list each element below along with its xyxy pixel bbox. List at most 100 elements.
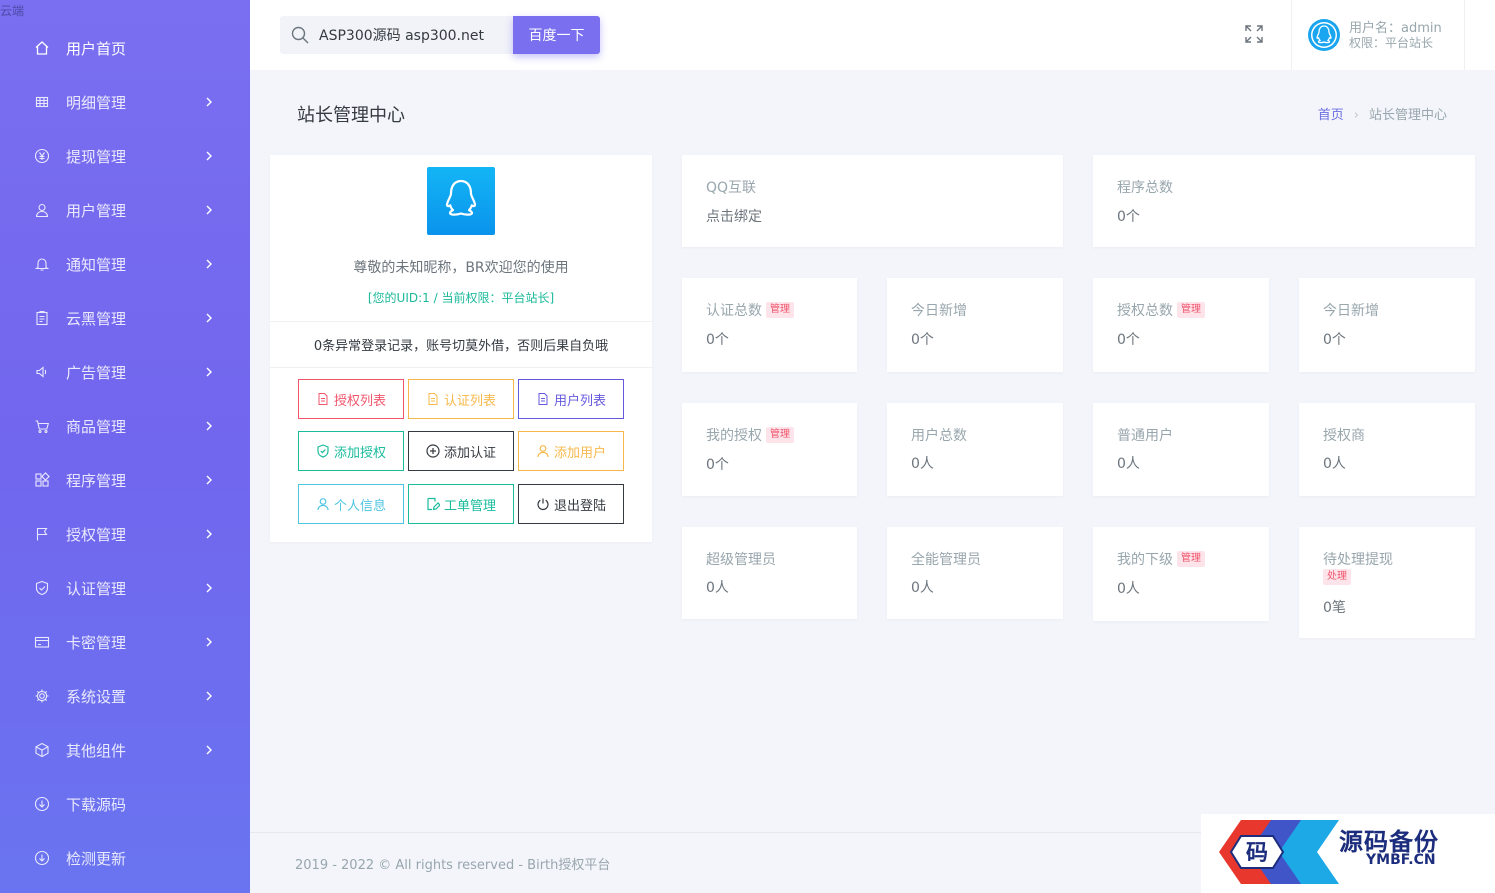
add-user-button[interactable]: 添加用户 xyxy=(518,431,624,471)
divider xyxy=(270,367,652,368)
sidebar-nav: 用户首页 明细管理 提现管理 用户管理 通知管理 云黑管理 广告管理 商品管理 … xyxy=(0,21,250,885)
stat-label: 程序总数 xyxy=(1117,180,1173,196)
stat-label: 超级管理员 xyxy=(706,552,776,568)
gear-icon xyxy=(34,688,50,704)
chevron-right-icon xyxy=(206,259,212,269)
sidebar-item-goods[interactable]: 商品管理 xyxy=(0,399,250,453)
add-auth-button[interactable]: 添加授权 xyxy=(298,431,404,471)
ticket-button[interactable]: 工单管理 xyxy=(408,484,514,524)
stat-card: 待处理提现 处理 0笔 xyxy=(1299,527,1475,638)
user-menu[interactable]: 用户名：admin 权限：平台站长 xyxy=(1291,0,1465,70)
qq-connect-card[interactable]: QQ互联 点击绑定 xyxy=(682,155,1063,247)
sidebar-item-label: 其他组件 xyxy=(66,741,127,760)
sidebar-item-update[interactable]: 检测更新 xyxy=(0,831,250,885)
breadcrumb: 首页 › 站长管理中心 xyxy=(1318,104,1447,123)
fullscreen-icon[interactable] xyxy=(1244,24,1264,44)
page-title: 站长管理中心 xyxy=(297,105,405,126)
stat-card: 授权商 0人 xyxy=(1299,403,1475,496)
sidebar: 云端 用户首页 明细管理 提现管理 用户管理 通知管理 云黑管理 广告管理 商品… xyxy=(0,0,250,893)
cert-list-button[interactable]: 认证列表 xyxy=(408,379,514,419)
auth-list-button[interactable]: 授权列表 xyxy=(298,379,404,419)
sidebar-item-label: 通知管理 xyxy=(66,255,127,274)
cube-icon xyxy=(34,742,50,758)
qq-penguin-icon xyxy=(1311,22,1337,48)
sidebar-item-programs[interactable]: 程序管理 xyxy=(0,453,250,507)
profile-info-button[interactable]: 个人信息 xyxy=(298,484,404,524)
stat-value: 点击绑定 xyxy=(706,209,762,225)
chevron-right-icon xyxy=(206,691,212,701)
sidebar-item-withdraw[interactable]: 提现管理 xyxy=(0,129,250,183)
stat-value: 0人 xyxy=(911,456,934,472)
clipboard-icon xyxy=(34,310,50,326)
stat-value: 0笔 xyxy=(1323,600,1346,616)
logout-button[interactable]: 退出登陆 xyxy=(518,484,624,524)
chevron-right-icon xyxy=(206,583,212,593)
stat-card: 用户总数 0人 xyxy=(887,403,1063,496)
download-icon xyxy=(34,796,50,812)
watermark-logo: 码 源码备份 YMBF.CN xyxy=(1201,814,1495,893)
shield-icon xyxy=(34,580,50,596)
stat-card: 授权总数 管理 0个 xyxy=(1093,278,1269,372)
manage-badge[interactable]: 管理 xyxy=(766,302,794,318)
stat-card: 普通用户 0人 xyxy=(1093,403,1269,496)
stat-card: 我的下级 管理 0人 xyxy=(1093,527,1269,621)
sidebar-item-download[interactable]: 下载源码 xyxy=(0,777,250,831)
login-warning: 0条异常登录记录，账号切莫外借，否则后果自负哦 xyxy=(313,339,609,354)
stat-label: 认证总数 管理 xyxy=(706,300,794,320)
process-badge[interactable]: 处理 xyxy=(1323,569,1351,585)
sidebar-item-ads[interactable]: 广告管理 xyxy=(0,345,250,399)
site-name: 云端 xyxy=(0,4,25,18)
sidebar-item-components[interactable]: 其他组件 xyxy=(0,723,250,777)
chevron-right-icon xyxy=(206,97,212,107)
divider xyxy=(270,321,652,322)
footer-copyright: 2019 - 2022 © All rights reserved - Birt… xyxy=(295,858,611,873)
search-bar: ASP300源码 asp300.net 百度一下 xyxy=(280,16,600,54)
sidebar-item-label: 下载源码 xyxy=(66,795,127,814)
sidebar-item-label: 用户管理 xyxy=(66,201,127,220)
breadcrumb-separator: › xyxy=(1353,108,1359,123)
manage-badge[interactable]: 管理 xyxy=(766,427,794,443)
update-icon xyxy=(34,850,50,866)
manage-badge[interactable]: 管理 xyxy=(1177,551,1205,567)
sidebar-item-users[interactable]: 用户管理 xyxy=(0,183,250,237)
chevron-right-icon xyxy=(206,529,212,539)
stat-card: 我的授权 管理 0个 xyxy=(682,403,857,496)
manage-badge[interactable]: 管理 xyxy=(1177,302,1205,318)
document-icon xyxy=(428,393,438,405)
search-button[interactable]: 百度一下 xyxy=(513,16,600,54)
stat-card: 超级管理员 0人 xyxy=(682,527,857,619)
sidebar-item-settings[interactable]: 系统设置 xyxy=(0,669,250,723)
stat-label: 普通用户 xyxy=(1117,428,1173,444)
user-role: 权限：平台站长 xyxy=(1349,36,1434,50)
add-cert-button[interactable]: 添加认证 xyxy=(408,431,514,471)
sidebar-item-label: 广告管理 xyxy=(66,363,127,382)
shield-check-icon xyxy=(317,444,329,458)
sidebar-item-label: 认证管理 xyxy=(66,579,127,598)
sidebar-item-auth[interactable]: 授权管理 xyxy=(0,507,250,561)
sidebar-item-label: 商品管理 xyxy=(66,417,127,436)
stat-label: 今日新增 xyxy=(1323,303,1379,319)
sidebar-item-home[interactable]: 用户首页 xyxy=(0,21,250,75)
search-input[interactable]: ASP300源码 asp300.net xyxy=(280,16,513,54)
sidebar-item-details[interactable]: 明细管理 xyxy=(0,75,250,129)
stat-label: 今日新增 xyxy=(911,303,967,319)
document-icon xyxy=(318,393,328,405)
sidebar-item-label: 明细管理 xyxy=(66,93,127,112)
welcome-text: 尊敬的未知昵称，BR欢迎您的使用 xyxy=(353,260,569,276)
grid-icon xyxy=(34,94,50,110)
flag-icon xyxy=(34,526,50,542)
stat-value: 0人 xyxy=(1117,581,1140,597)
sidebar-item-cloud-black[interactable]: 云黑管理 xyxy=(0,291,250,345)
user-list-button[interactable]: 用户列表 xyxy=(518,379,624,419)
bell-icon xyxy=(34,256,50,272)
sidebar-item-certify[interactable]: 认证管理 xyxy=(0,561,250,615)
profile-card: 尊敬的未知昵称，BR欢迎您的使用 [您的UID:1 / 当前权限：平台站长] 0… xyxy=(270,155,652,542)
card-icon xyxy=(34,634,50,650)
sidebar-item-label: 云黑管理 xyxy=(66,309,127,328)
chevron-right-icon xyxy=(206,205,212,215)
chevron-right-icon xyxy=(206,637,212,647)
sidebar-item-notify[interactable]: 通知管理 xyxy=(0,237,250,291)
breadcrumb-home-link[interactable]: 首页 xyxy=(1318,108,1344,123)
sidebar-item-cards[interactable]: 卡密管理 xyxy=(0,615,250,669)
qq-penguin-icon xyxy=(445,179,477,216)
